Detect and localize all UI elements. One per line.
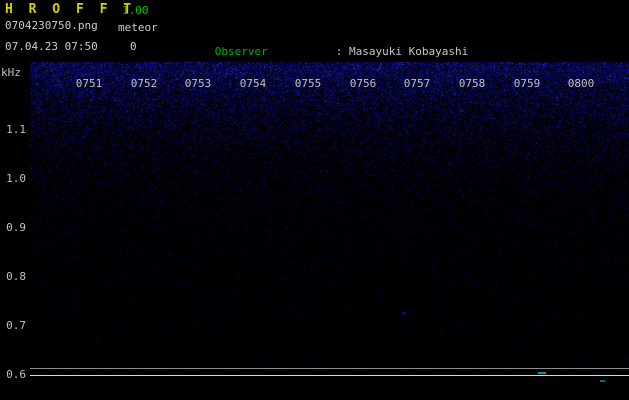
info-colon: : [335,45,349,58]
time-tick-label: 0753 [184,77,212,90]
spectrogram-noise-canvas [30,62,629,392]
freq-tick-label: 0.8 [6,270,26,283]
freq-tick-label: 1.1 [6,123,26,136]
timestamp: 07.04.23 07:50 [5,40,98,53]
hrofft-screenshot: H R O F F T 1.00 0704230750.png meteor 0… [0,0,629,400]
faint-echo-dot [402,312,405,315]
time-tick-label: 0759 [513,77,541,90]
app-version: 1.00 [122,4,149,17]
level-strip-line-lower [30,375,629,376]
freq-tick-label: 1.0 [6,172,26,185]
time-tick-label: 0758 [458,77,486,90]
level-strip-line-upper [30,368,629,369]
freq-tick-label: 0.6 [6,368,26,381]
freq-tick-label: 0.9 [6,221,26,234]
time-tick-label: 0751 [75,77,103,90]
time-tick-label: 0755 [294,77,322,90]
signal-trace-mark-2 [600,380,605,382]
info-value: Masayuki Kobayashi [349,45,469,58]
mode-label: meteor [118,21,158,34]
output-filename: 0704230750.png [5,19,98,32]
time-tick-label: 0752 [130,77,158,90]
time-tick-label: 0800 [567,77,595,90]
freq-tick-label: 0.7 [6,319,26,332]
info-label: Observer [214,45,268,58]
time-tick-label: 0754 [239,77,267,90]
signal-trace-mark-1 [538,372,546,374]
time-tick-label: 0756 [349,77,377,90]
time-tick-label: 0757 [403,77,431,90]
freq-axis-unit: kHz [1,66,21,79]
app-title: H R O F F T [5,2,136,17]
echo-count: 0 [130,40,137,53]
